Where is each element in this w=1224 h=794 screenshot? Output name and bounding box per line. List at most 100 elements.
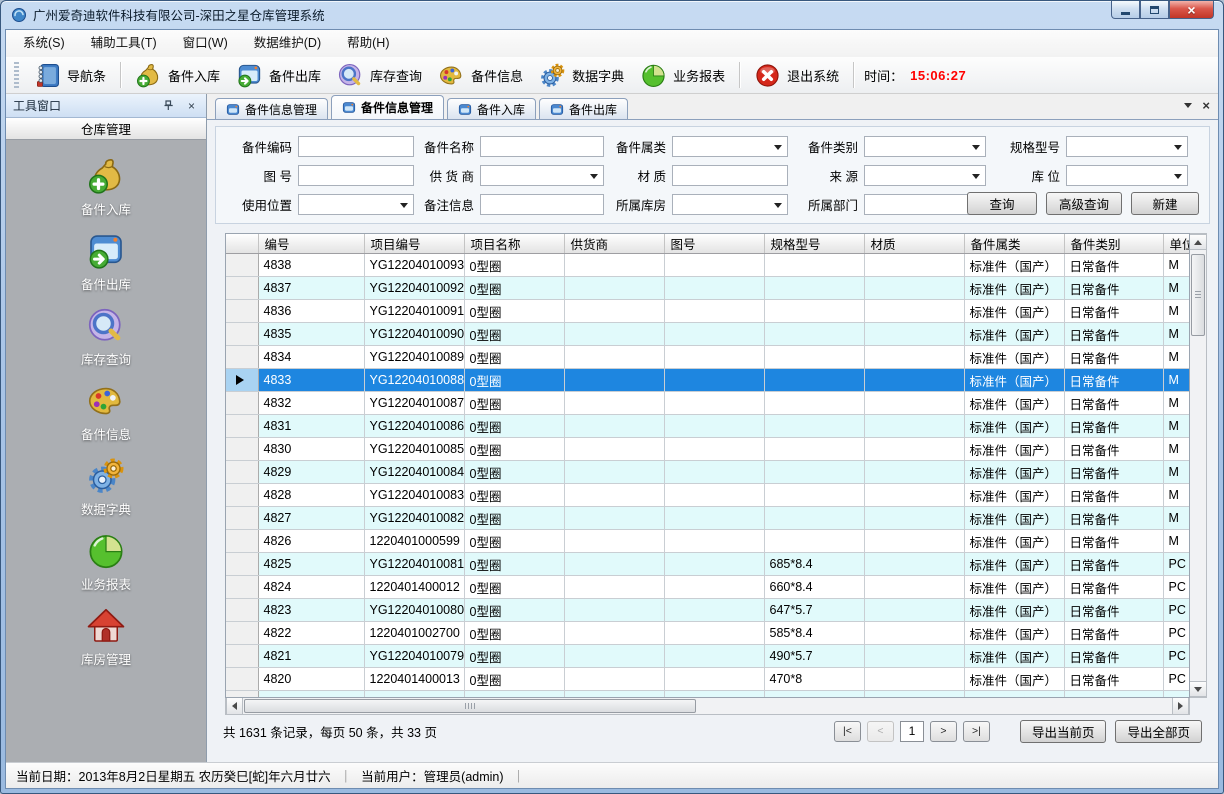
column-header-9[interactable]: 单位 bbox=[1163, 234, 1190, 254]
toolbar-button-reports[interactable]: 业务报表 bbox=[632, 59, 733, 92]
table-row[interactable]: 4833YG122040100880型圈标准件（国产）日常备件M bbox=[226, 369, 1190, 392]
vertical-scroll-thumb[interactable] bbox=[1191, 254, 1205, 336]
sidebar-item-parts-in[interactable]: 备件入库 bbox=[41, 156, 171, 218]
column-header-5[interactable]: 规格型号 bbox=[764, 234, 864, 254]
table-row[interactable]: 4825YG122040100810型圈685*8.4标准件（国产）日常备件PC bbox=[226, 553, 1190, 576]
toolbar-button-parts-out[interactable]: 备件出库 bbox=[228, 59, 329, 92]
toolbar-button-stock-query[interactable]: 库存查询 bbox=[329, 59, 430, 92]
table-row[interactable]: 4834YG122040100890型圈标准件（国产）日常备件M bbox=[226, 346, 1190, 369]
page-next-button[interactable]: > bbox=[930, 721, 957, 742]
tab-3[interactable]: 备件出库 bbox=[539, 98, 628, 119]
toolbar-button-parts-info[interactable]: 备件信息 bbox=[430, 59, 531, 92]
vertical-scrollbar[interactable] bbox=[1190, 233, 1207, 698]
table-row[interactable]: 0型圈标准件（国产）日常备件 bbox=[226, 691, 1190, 699]
table-row[interactable]: 4837YG122040100920型圈标准件（国产）日常备件M bbox=[226, 277, 1190, 300]
field-location[interactable] bbox=[1066, 165, 1188, 186]
toolbar-button-exit[interactable]: 退出系统 bbox=[746, 59, 847, 92]
field-part-name[interactable] bbox=[480, 136, 604, 157]
table-row[interactable]: 4829YG122040100840型圈标准件（国产）日常备件M bbox=[226, 461, 1190, 484]
title-bar[interactable]: 广州爱奇迪软件科技有限公司-深田之星仓库管理系统 bbox=[1, 1, 1223, 28]
column-header-4[interactable]: 图号 bbox=[664, 234, 764, 254]
table-row[interactable]: 4835YG122040100900型圈标准件（国产）日常备件M bbox=[226, 323, 1190, 346]
toolbar-button-parts-in[interactable]: 备件入库 bbox=[127, 59, 228, 92]
sidebar-item-warehouse[interactable]: 库房管理 bbox=[41, 606, 171, 668]
toolbar-grip[interactable] bbox=[14, 62, 19, 88]
field-source[interactable] bbox=[864, 165, 986, 186]
horizontal-scrollbar[interactable] bbox=[225, 698, 1190, 715]
page-number-box[interactable]: 1 bbox=[900, 721, 924, 742]
table-row[interactable]: 482012204014000130型圈470*8标准件（国产）日常备件PC bbox=[226, 668, 1190, 691]
column-header-6[interactable]: 材质 bbox=[864, 234, 964, 254]
table-row[interactable]: 4821YG122040100790型圈490*5.7标准件（国产）日常备件PC bbox=[226, 645, 1190, 668]
new-button[interactable]: 新建 bbox=[1131, 192, 1199, 215]
toolbar-button-navigator[interactable]: 导航条 bbox=[26, 59, 114, 92]
scroll-down-button[interactable] bbox=[1190, 681, 1206, 697]
sidebar-item-data-dict[interactable]: 数据字典 bbox=[41, 456, 171, 518]
field-supplier[interactable] bbox=[480, 165, 604, 186]
query-button[interactable]: 查询 bbox=[967, 192, 1037, 215]
page-first-button[interactable]: |< bbox=[834, 721, 861, 742]
menu-item-window[interactable]: 窗口(W) bbox=[170, 30, 241, 57]
table-cell: 0型圈 bbox=[464, 691, 564, 699]
sidebar-item-parts-info[interactable]: 备件信息 bbox=[41, 381, 171, 443]
pin-icon[interactable] bbox=[161, 98, 176, 113]
scroll-left-button[interactable] bbox=[226, 698, 243, 714]
tab-0[interactable]: 备件信息管理 bbox=[215, 98, 328, 119]
field-remark[interactable] bbox=[480, 194, 604, 215]
sidebar-item-parts-out[interactable]: 备件出库 bbox=[41, 231, 171, 293]
close-button[interactable]: × bbox=[1169, 1, 1214, 19]
tab-2[interactable]: 备件入库 bbox=[447, 98, 536, 119]
scroll-up-button[interactable] bbox=[1190, 234, 1206, 250]
table-row[interactable]: 482612204010005990型圈标准件（国产）日常备件M bbox=[226, 530, 1190, 553]
table-row[interactable]: 4832YG122040100870型圈标准件（国产）日常备件M bbox=[226, 392, 1190, 415]
field-part-code[interactable] bbox=[298, 136, 414, 157]
column-header-2[interactable]: 项目名称 bbox=[464, 234, 564, 254]
page-last-button[interactable]: >| bbox=[963, 721, 990, 742]
table-row[interactable]: 4831YG122040100860型圈标准件（国产）日常备件M bbox=[226, 415, 1190, 438]
vertical-scroll-track[interactable] bbox=[1190, 250, 1206, 681]
maximize-button[interactable] bbox=[1140, 1, 1169, 19]
table-row[interactable]: 482212204010027000型圈585*8.4标准件（国产）日常备件PC bbox=[226, 622, 1190, 645]
menu-item-aux-tools[interactable]: 辅助工具(T) bbox=[78, 30, 170, 57]
advanced-query-button[interactable]: 高级查询 bbox=[1046, 192, 1122, 215]
page-prev-button[interactable]: < bbox=[867, 721, 894, 742]
field-drawing-no[interactable] bbox=[298, 165, 414, 186]
minimize-button[interactable] bbox=[1111, 1, 1140, 19]
table-row[interactable]: 4828YG122040100830型圈标准件（国产）日常备件M bbox=[226, 484, 1190, 507]
table-row[interactable]: 4836YG122040100910型圈标准件（国产）日常备件M bbox=[226, 300, 1190, 323]
field-part-type[interactable] bbox=[864, 136, 986, 157]
table-row[interactable]: 4838YG122040100930型圈标准件（国产）日常备件M bbox=[226, 254, 1190, 277]
horizontal-scroll-track[interactable] bbox=[243, 698, 1172, 714]
field-warehouse[interactable] bbox=[672, 194, 788, 215]
row-selector-cell bbox=[226, 392, 258, 415]
field-part-category[interactable] bbox=[672, 136, 788, 157]
sidebar-section-title[interactable]: 仓库管理 bbox=[6, 118, 206, 140]
menu-item-help[interactable]: 帮助(H) bbox=[334, 30, 402, 57]
column-header-3[interactable]: 供货商 bbox=[564, 234, 664, 254]
export-current-page-button[interactable]: 导出当前页 bbox=[1020, 720, 1107, 743]
table-row[interactable]: 4823YG122040100800型圈647*5.7标准件（国产）日常备件PC bbox=[226, 599, 1190, 622]
table-row[interactable]: 482412204014000120型圈660*8.4标准件（国产）日常备件PC bbox=[226, 576, 1190, 599]
menu-item-data-maintain[interactable]: 数据维护(D) bbox=[241, 30, 334, 57]
chevron-down-icon[interactable] bbox=[1184, 103, 1192, 108]
column-header-8[interactable]: 备件类别 bbox=[1064, 234, 1163, 254]
table-cell bbox=[664, 392, 764, 415]
column-header-0[interactable]: 编号 bbox=[258, 234, 364, 254]
menu-item-system[interactable]: 系统(S) bbox=[10, 30, 78, 57]
table-row[interactable]: 4827YG122040100820型圈标准件（国产）日常备件M bbox=[226, 507, 1190, 530]
tab-close-icon[interactable]: × bbox=[1202, 99, 1210, 112]
sidebar-item-reports[interactable]: 业务报表 bbox=[41, 531, 171, 593]
horizontal-scroll-thumb[interactable] bbox=[244, 699, 696, 713]
field-material[interactable] bbox=[672, 165, 788, 186]
field-spec-model[interactable] bbox=[1066, 136, 1188, 157]
export-all-pages-button[interactable]: 导出全部页 bbox=[1115, 720, 1202, 743]
tab-1-active[interactable]: 备件信息管理 bbox=[331, 95, 444, 119]
toolbar-button-data-dict[interactable]: 数据字典 bbox=[531, 59, 632, 92]
sidebar-close-icon[interactable]: × bbox=[184, 98, 199, 113]
sidebar-item-stock-query[interactable]: 库存查询 bbox=[41, 306, 171, 368]
column-header-7[interactable]: 备件属类 bbox=[964, 234, 1064, 254]
column-header-1[interactable]: 项目编号 bbox=[364, 234, 464, 254]
scroll-right-button[interactable] bbox=[1172, 698, 1189, 714]
table-row[interactable]: 4830YG122040100850型圈标准件（国产）日常备件M bbox=[226, 438, 1190, 461]
field-use-position[interactable] bbox=[298, 194, 414, 215]
